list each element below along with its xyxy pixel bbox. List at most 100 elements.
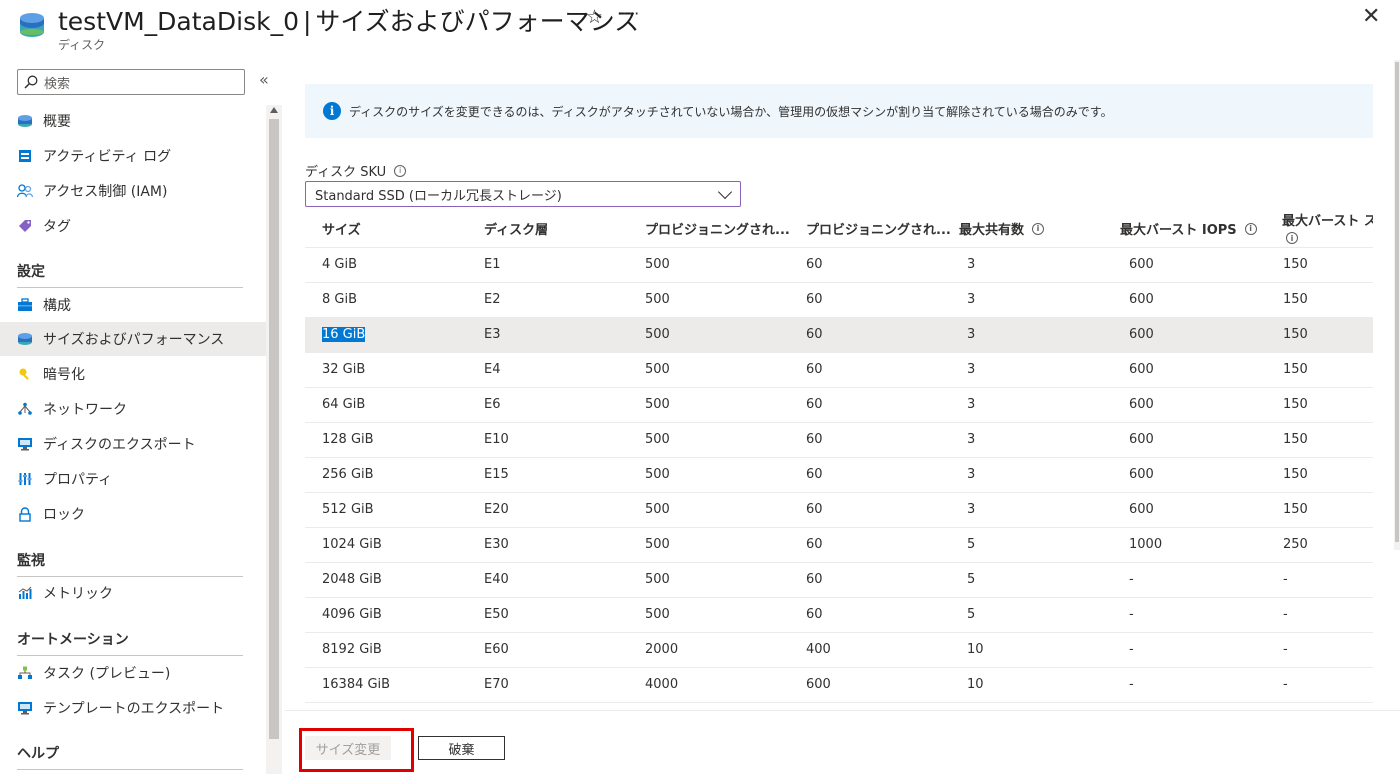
table-cell: 600 [1129, 292, 1154, 307]
table-row[interactable]: 16 GiB E3 500 60 3 600 150 [305, 318, 1373, 353]
table-cell: 4000 [645, 677, 679, 692]
table-cell: 5 [967, 537, 976, 552]
table-cell: 16384 GiB [322, 677, 391, 692]
table-row[interactable]: 64 GiB E6 500 60 3 600 150 [305, 388, 1373, 423]
discard-button[interactable]: 破棄 [418, 736, 505, 760]
sidebar-item-tasks-preview[interactable]: タスク (プレビュー) [0, 656, 266, 690]
sidebar-item-tags[interactable]: タグ [0, 209, 266, 243]
sidebar-item-locks[interactable]: ロック [0, 497, 266, 531]
table-cell: E15 [484, 467, 509, 482]
table-row[interactable]: 4 GiB E1 500 60 3 600 150 [305, 248, 1373, 283]
table-cell: - [1129, 677, 1134, 692]
table-cell: 500 [645, 502, 670, 517]
table-cell: 500 [645, 607, 670, 622]
scrollbar-thumb[interactable] [269, 119, 279, 739]
column-header-provisioned-iops[interactable]: プロビジョニングされ... [645, 219, 790, 238]
column-header-tier[interactable]: ディスク層 [484, 219, 548, 238]
column-header-provisioned-throughput[interactable]: プロビジョニングされ... [806, 219, 951, 238]
table-cell: - [1129, 642, 1134, 657]
sidebar-item-label: 概要 [43, 114, 71, 130]
search-icon [24, 75, 38, 89]
table-row[interactable]: 128 GiB E10 500 60 3 600 150 [305, 423, 1373, 458]
sidebar-item-size-performance[interactable]: サイズおよびパフォーマンス [0, 322, 266, 356]
info-icon[interactable]: i [1244, 222, 1257, 235]
column-header-max-shares[interactable]: 最大共有数 i [959, 219, 1045, 238]
table-row[interactable]: 8 GiB E2 500 60 3 600 150 [305, 283, 1373, 318]
scrollbar-thumb[interactable] [1395, 62, 1399, 542]
table-cell: 250 [1283, 537, 1308, 552]
table-cell: 150 [1283, 257, 1308, 272]
table-cell: - [1129, 572, 1134, 587]
column-header-label: 最大バースト ス [1282, 214, 1373, 229]
table-cell: 3 [967, 292, 976, 307]
table-row[interactable]: 1024 GiB E30 500 60 5 1000 250 [305, 528, 1373, 563]
collapse-menu-icon[interactable]: « [259, 70, 269, 89]
table-cell: 500 [645, 292, 670, 307]
table-cell: 5 [967, 572, 976, 587]
table-cell: 60 [806, 537, 823, 552]
sidebar-item-metrics[interactable]: メトリック [0, 576, 266, 610]
properties-icon [17, 471, 33, 487]
export-icon [17, 436, 33, 452]
table-cell: 2048 GiB [322, 572, 382, 587]
table-cell: E70 [484, 677, 509, 692]
table-row[interactable]: 2048 GiB E40 500 60 5 - - [305, 563, 1373, 598]
table-row[interactable]: 4096 GiB E50 500 60 5 - - [305, 598, 1373, 633]
sidebar-item-label: アクセス制御 (IAM) [43, 184, 168, 200]
sidebar-item-configuration[interactable]: 構成 [0, 288, 266, 322]
sidebar-item-encryption[interactable]: 暗号化 [0, 357, 266, 391]
column-header-label: サイズ [322, 223, 361, 238]
info-icon[interactable]: i [1286, 232, 1298, 244]
sidebar-item-networking[interactable]: ネットワーク [0, 392, 266, 426]
table-cell: 60 [806, 327, 823, 342]
table-cell: 150 [1283, 292, 1308, 307]
sidebar-item-activity-log[interactable]: アクティビティ ログ [0, 139, 266, 173]
sidebar-item-iam[interactable]: アクセス制御 (IAM) [0, 174, 266, 208]
table-cell: 32 GiB [322, 362, 366, 377]
table-cell: 150 [1283, 362, 1308, 377]
table-cell: 3 [967, 397, 976, 412]
lock-icon [17, 506, 33, 522]
section-monitoring: 監視 [17, 550, 243, 577]
column-header-size[interactable]: サイズ [322, 219, 361, 238]
title-separator: | [302, 7, 312, 36]
close-icon[interactable]: ✕ [1362, 4, 1380, 29]
table-cell: 60 [806, 257, 823, 272]
main-scrollbar[interactable] [1394, 60, 1400, 550]
info-icon[interactable]: i [394, 164, 407, 177]
column-header-max-burst-throughput[interactable]: 最大バースト ス i [1282, 210, 1373, 244]
sidebar-item-label: タグ [43, 219, 71, 235]
sidebar-item-properties[interactable]: プロパティ [0, 462, 266, 496]
sidebar-item-template-export[interactable]: テンプレートのエクスポート [0, 691, 266, 725]
table-cell: 3 [967, 467, 976, 482]
table-cell: 150 [1283, 502, 1308, 517]
info-icon[interactable]: i [1032, 222, 1045, 235]
table-row[interactable]: 512 GiB E20 500 60 3 600 150 [305, 493, 1373, 528]
more-options-icon[interactable]: ··· [622, 4, 640, 23]
sidebar-scrollbar[interactable] [266, 105, 282, 774]
column-header-label: 最大共有数 [959, 223, 1025, 238]
table-cell: 8192 GiB [322, 642, 382, 657]
table-cell: 600 [1129, 327, 1154, 342]
network-icon [17, 401, 33, 417]
favorite-star-icon[interactable]: ☆ [586, 6, 603, 28]
sidebar-item-overview[interactable]: 概要 [0, 104, 266, 138]
table-cell: E60 [484, 642, 509, 657]
table-cell: - [1283, 677, 1288, 692]
sidebar-item-disk-export[interactable]: ディスクのエクスポート [0, 427, 266, 461]
footer-divider [285, 710, 1400, 711]
table-row[interactable]: 8192 GiB E60 2000 400 10 - - [305, 633, 1373, 668]
disk-sku-dropdown[interactable]: Standard SSD (ローカル冗長ストレージ) [305, 181, 741, 207]
column-header-max-burst-iops[interactable]: 最大バースト IOPS i [1120, 219, 1257, 238]
search-input[interactable]: 検索 [17, 69, 245, 95]
table-cell: 3 [967, 327, 976, 342]
table-row[interactable]: 32 GiB E4 500 60 3 600 150 [305, 353, 1373, 388]
table-row[interactable]: 256 GiB E15 500 60 3 600 150 [305, 458, 1373, 493]
column-header-label: ディスク層 [484, 223, 549, 238]
table-row[interactable]: 16384 GiB E70 4000 600 10 - - [305, 668, 1373, 703]
scroll-up-arrow-icon[interactable] [270, 107, 278, 113]
toolbox-icon [17, 297, 33, 313]
table-cell: 60 [806, 362, 823, 377]
table-cell: 150 [1283, 467, 1308, 482]
table-cell: E20 [484, 502, 509, 517]
